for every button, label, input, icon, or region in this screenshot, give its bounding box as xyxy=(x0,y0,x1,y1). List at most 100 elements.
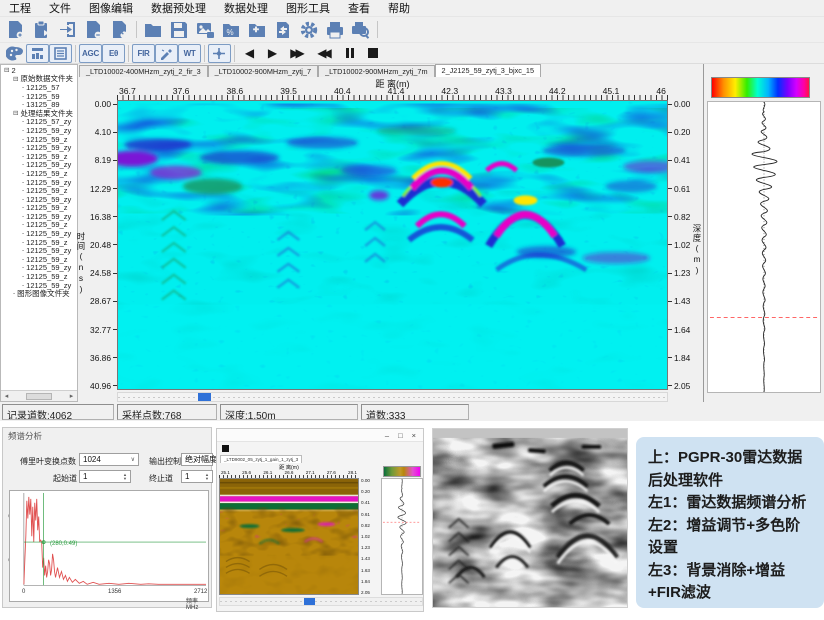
tree-expand-icon[interactable]: - xyxy=(22,153,24,160)
spinner-arrows-icon[interactable]: ▲▼ xyxy=(123,473,127,481)
refresh-data-icon[interactable] xyxy=(270,19,296,41)
document-tab[interactable]: _LTD10002-900MHzm_zytj_7 xyxy=(208,65,318,77)
palette-icon[interactable] xyxy=(3,44,26,63)
minimize-button[interactable]: – xyxy=(385,431,389,440)
maximize-button[interactable]: □ xyxy=(398,431,403,440)
remove-file-icon[interactable] xyxy=(81,19,107,41)
tree-item[interactable]: - 12125_59_zy xyxy=(1,178,77,187)
tree-item[interactable]: - 12125_59_z xyxy=(1,255,77,264)
document-tab[interactable]: _LTD9002_05_zytj_1_gain_1_zytj_3 xyxy=(220,455,302,463)
tree-expand-icon[interactable]: - xyxy=(22,161,24,168)
tree-expand-icon[interactable]: ⊟ xyxy=(4,66,9,74)
stop-icon[interactable] xyxy=(361,44,384,63)
menu-item[interactable]: 图形工具 xyxy=(277,0,339,17)
scroll-right-icon[interactable]: ▸ xyxy=(66,392,77,400)
settings-gear-icon[interactable] xyxy=(296,19,322,41)
tree-expand-icon[interactable]: - xyxy=(22,196,24,203)
spinner-arrows-icon[interactable]: ▲▼ xyxy=(205,473,209,481)
tree-item[interactable]: - 12125_59_zy xyxy=(1,143,77,152)
scrollbar-thumb[interactable] xyxy=(198,393,211,401)
tree-item[interactable]: - 12125_59_z xyxy=(1,272,77,281)
document-tab[interactable]: 2_J2125_59_zytj_3_bjxc_15 xyxy=(435,64,542,77)
tree-item[interactable]: - 12125_59_zy xyxy=(1,246,77,255)
menu-item[interactable]: 图像编辑 xyxy=(80,0,142,17)
agc-gain-button[interactable]: AGC xyxy=(79,44,102,63)
tree-h-scrollbar[interactable]: ◂ ▸ xyxy=(1,390,77,401)
tree-item[interactable]: - 12125_59_z xyxy=(1,186,77,195)
profile-h-scrollbar[interactable] xyxy=(117,392,668,402)
play-forward-icon[interactable]: ▶ xyxy=(261,44,284,63)
tree-expand-icon[interactable]: - xyxy=(22,118,24,125)
brush-edit-icon[interactable] xyxy=(155,44,178,63)
data-list-icon[interactable] xyxy=(49,44,72,63)
menu-item[interactable]: 数据处理 xyxy=(215,0,277,17)
scrollbar-thumb[interactable] xyxy=(26,393,52,400)
end-trace-spinner[interactable]: 1 ▲▼ xyxy=(181,470,213,483)
tree-expand-icon[interactable]: - xyxy=(22,230,24,237)
tree-expand-icon[interactable]: ⊟ xyxy=(13,109,18,117)
tree-item[interactable]: - 12125_57 xyxy=(1,83,77,92)
tree-expand-icon[interactable]: - xyxy=(22,84,24,91)
tree-expand-icon[interactable]: - xyxy=(22,136,24,143)
cut-folder-icon[interactable]: % xyxy=(218,19,244,41)
black-square-icon[interactable] xyxy=(222,445,229,452)
profile-h-scrollbar[interactable] xyxy=(219,597,423,606)
scrollbar-thumb[interactable] xyxy=(304,598,315,605)
menu-item[interactable]: 文件 xyxy=(40,0,80,17)
menu-item[interactable]: 数据预处理 xyxy=(142,0,215,17)
tree-item[interactable]: - 图形图像文件夹 xyxy=(1,289,77,298)
tree-item[interactable]: - 12125_59_zy xyxy=(1,229,77,238)
close-button[interactable]: × xyxy=(412,431,416,440)
output-mode-field[interactable]: 绝对幅度谱 xyxy=(181,453,213,466)
paste-icon[interactable] xyxy=(29,19,55,41)
tree-item[interactable]: - 12125_59_z xyxy=(1,238,77,247)
radar-profile-image[interactable] xyxy=(117,100,668,390)
tree-expand-icon[interactable]: - xyxy=(22,273,24,280)
rewind-icon[interactable]: ◀◀ xyxy=(311,44,334,63)
tree-expand-icon[interactable]: - xyxy=(22,239,24,246)
tree-expand-icon[interactable]: ⊟ xyxy=(13,75,18,83)
start-trace-spinner[interactable]: 1 ▲▼ xyxy=(79,470,131,483)
tree-expand-icon[interactable]: - xyxy=(22,187,24,194)
delete-file-icon[interactable] xyxy=(107,19,133,41)
tree-item[interactable]: - 12125_59_zy xyxy=(1,212,77,221)
tree-expand-icon[interactable]: - xyxy=(22,144,24,151)
tree-expand-icon[interactable]: - xyxy=(22,264,24,271)
radar-image-multicolor[interactable] xyxy=(219,478,359,595)
tree-expand-icon[interactable]: - xyxy=(22,213,24,220)
tree-item[interactable]: - 12125_57_zy xyxy=(1,118,77,127)
tree-item[interactable]: ⊟ 原始数据文件夹 xyxy=(1,75,77,84)
tree-expand-icon[interactable]: - xyxy=(13,290,15,297)
tree-item[interactable]: - 12125_59_zy xyxy=(1,161,77,170)
tree-expand-icon[interactable]: - xyxy=(22,127,24,134)
fir-filter-button[interactable]: FIR xyxy=(132,44,155,63)
print-icon[interactable] xyxy=(322,19,348,41)
menu-item[interactable]: 查看 xyxy=(339,0,379,17)
tree-expand-icon[interactable]: - xyxy=(22,247,24,254)
tree-expand-icon[interactable]: - xyxy=(22,256,24,263)
open-folder-icon[interactable] xyxy=(140,19,166,41)
fast-forward-icon[interactable]: ▶▶ xyxy=(284,44,307,63)
tree-expand-icon[interactable]: - xyxy=(22,179,24,186)
tree-item[interactable]: - 12125_59 xyxy=(1,92,77,101)
play-backward-icon[interactable]: ◀ xyxy=(238,44,261,63)
menu-item[interactable]: 帮助 xyxy=(379,0,419,17)
new-file-icon[interactable] xyxy=(3,19,29,41)
tree-item[interactable]: - 12125_59_z xyxy=(1,221,77,230)
center-align-icon[interactable] xyxy=(208,44,231,63)
single-trace-plot[interactable] xyxy=(707,101,821,393)
document-tab[interactable]: _LTD10002-900MHzm_zytj_7m xyxy=(318,65,434,77)
print-preview-icon[interactable] xyxy=(348,19,374,41)
save-icon[interactable] xyxy=(166,19,192,41)
tree-item[interactable]: ⊟ 处理结果文件夹 xyxy=(1,109,77,118)
tree-item[interactable]: - 12125_59_z xyxy=(1,152,77,161)
add-folder-icon[interactable] xyxy=(244,19,270,41)
wavelet-transform-button[interactable]: WT xyxy=(178,44,201,63)
document-tab[interactable]: _LTD10002-400MHzm_zytj_2_fir_3 xyxy=(79,65,208,77)
tree-expand-icon[interactable]: - xyxy=(22,204,24,211)
energy-decay-button[interactable]: Eθ xyxy=(102,44,125,63)
pause-icon[interactable] xyxy=(338,44,361,63)
tree-item[interactable]: - 12125_59_zy xyxy=(1,195,77,204)
tree-item[interactable]: - 12125_59_zy xyxy=(1,264,77,273)
tree-expand-icon[interactable]: - xyxy=(22,170,24,177)
